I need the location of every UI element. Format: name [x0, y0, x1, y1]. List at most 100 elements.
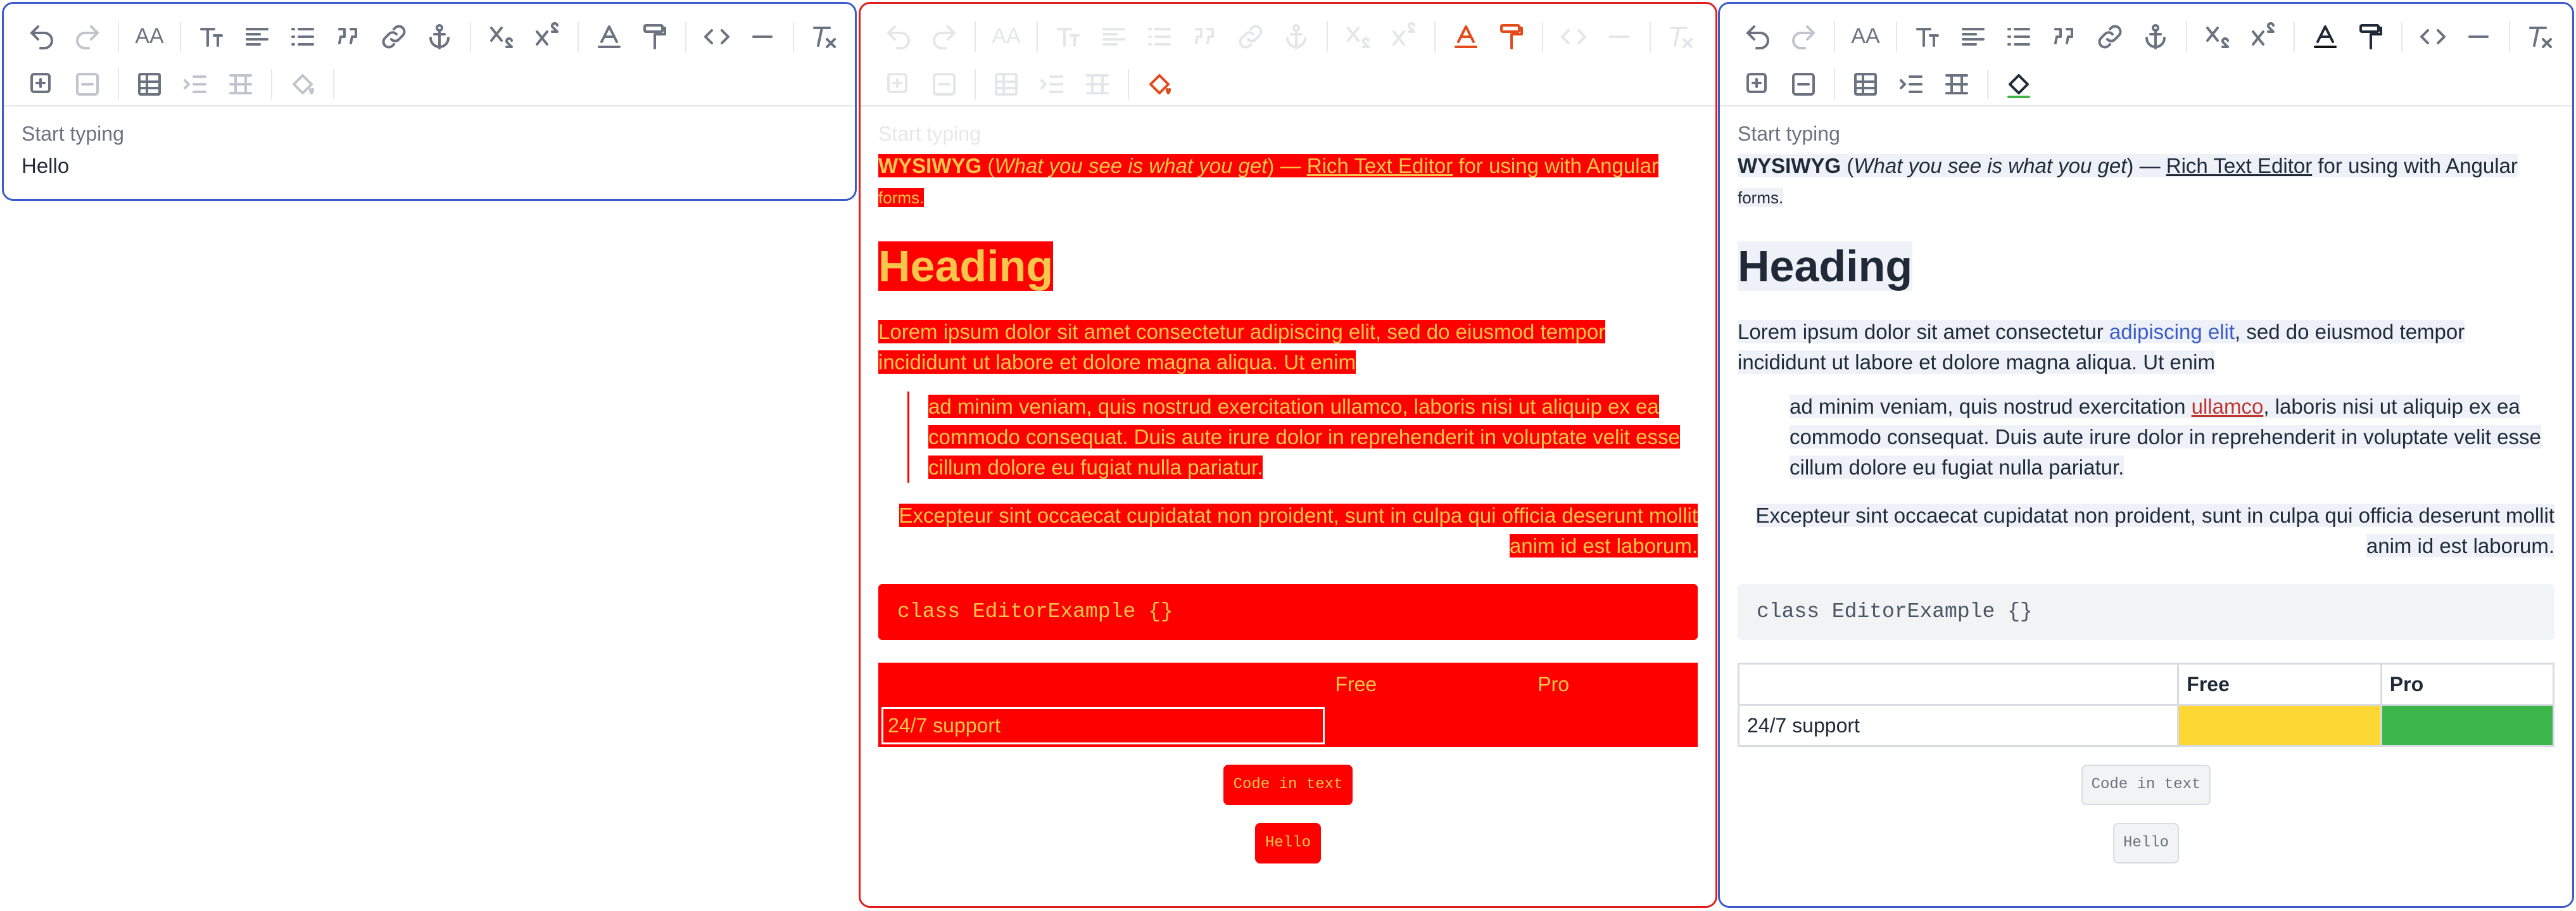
- superscript-icon[interactable]: [524, 14, 570, 60]
- text-color-icon[interactable]: [1443, 14, 1489, 60]
- font-size-icon[interactable]: AA: [127, 14, 172, 60]
- code-block: class EditorExample {}: [878, 584, 1698, 640]
- horizontal-rule-icon[interactable]: [2456, 14, 2501, 60]
- indent-icon[interactable]: [1888, 61, 1934, 107]
- anchor-icon[interactable]: [1273, 14, 1319, 60]
- table-cell-pro[interactable]: [2380, 704, 2555, 747]
- link-icon[interactable]: [2087, 14, 2133, 60]
- intro-paragraph: WYSIWYG (What you see is what you get) —…: [878, 154, 1658, 207]
- toolbar-divider: [578, 21, 579, 52]
- remove-row-icon[interactable]: [1781, 61, 1826, 107]
- indent-icon[interactable]: [172, 61, 218, 107]
- toolbar-divider: [271, 68, 272, 99]
- abbr-text: WYSIWYG: [878, 154, 982, 177]
- editor-content[interactable]: Start typing Hello: [4, 106, 855, 195]
- anchor-icon[interactable]: [417, 14, 462, 60]
- bullet-list-icon[interactable]: [280, 14, 325, 60]
- undo-icon[interactable]: [876, 14, 921, 60]
- horizontal-rule-icon[interactable]: [740, 14, 785, 60]
- subscript-icon[interactable]: [2195, 14, 2240, 60]
- bullet-list-icon[interactable]: [1996, 14, 2042, 60]
- right-aligned-paragraph: Excepteur sint occaecat cupidatat non pr…: [1755, 504, 2554, 557]
- clear-format-icon[interactable]: [1658, 14, 1704, 60]
- anchor-icon[interactable]: [2133, 14, 2178, 60]
- toolbar-divider: [685, 21, 686, 52]
- blockquote-icon[interactable]: [1182, 14, 1228, 60]
- table-header-cell[interactable]: Free: [2177, 663, 2382, 706]
- code-icon[interactable]: [694, 14, 740, 60]
- insert-row-icon[interactable]: [1735, 61, 1781, 107]
- superscript-icon[interactable]: [1381, 14, 1427, 60]
- insert-row-icon[interactable]: [19, 61, 65, 107]
- table-icon[interactable]: [127, 61, 172, 107]
- paint-roller-icon[interactable]: [632, 14, 678, 60]
- paint-roller-icon[interactable]: [1489, 14, 1534, 60]
- toolbar-divider: [975, 68, 976, 99]
- fill-bucket-icon[interactable]: [1996, 61, 2042, 107]
- table-row: Free Pro: [878, 663, 1698, 706]
- blockquote-icon[interactable]: [325, 14, 371, 60]
- column-table-icon[interactable]: [1075, 61, 1120, 107]
- table-icon[interactable]: [983, 61, 1029, 107]
- indent-icon[interactable]: [1029, 61, 1075, 107]
- paint-roller-icon[interactable]: [2348, 14, 2394, 60]
- toolbar-divider: [180, 21, 181, 52]
- align-left-icon[interactable]: [234, 14, 280, 60]
- table-cell[interactable]: [1325, 704, 1531, 747]
- lorem-paragraph: Lorem ipsum dolor sit amet consectetur a…: [1738, 320, 2465, 374]
- redo-icon[interactable]: [1781, 14, 1826, 60]
- editor-panel-full: AA Start typing WYSIWYG (What you see is…: [1718, 2, 2574, 908]
- code-icon[interactable]: [1551, 14, 1596, 60]
- text-style-icon[interactable]: [1045, 14, 1091, 60]
- insert-row-icon[interactable]: [876, 61, 921, 107]
- text-color-icon[interactable]: [2302, 14, 2348, 60]
- text-style-icon[interactable]: [189, 14, 234, 60]
- table-row: 24/7 support: [878, 704, 1698, 747]
- intro-paragraph: WYSIWYG (What you see is what you get) —…: [1738, 154, 2518, 207]
- link-icon[interactable]: [1228, 14, 1273, 60]
- clear-format-icon[interactable]: [802, 14, 847, 60]
- text-style-icon[interactable]: [1905, 14, 1950, 60]
- column-table-icon[interactable]: [1934, 61, 1979, 107]
- editor-panel-debug: AA Start typing WYSIWYG (What you see is…: [859, 2, 1717, 908]
- editor-text[interactable]: Hello: [22, 151, 837, 181]
- table-cell[interactable]: 24/7 support: [878, 704, 1328, 747]
- bullet-list-icon[interactable]: [1137, 14, 1182, 60]
- font-size-icon[interactable]: AA: [1843, 14, 1888, 60]
- blockquote-icon[interactable]: [2042, 14, 2087, 60]
- redo-icon[interactable]: [921, 14, 967, 60]
- table-cell[interactable]: 24/7 support: [1737, 704, 2180, 747]
- fill-bucket-icon[interactable]: [1137, 61, 1182, 107]
- clear-format-icon[interactable]: [2518, 14, 2563, 60]
- horizontal-rule-icon[interactable]: [1596, 14, 1642, 60]
- table-cell[interactable]: [1528, 704, 1698, 747]
- table-cell-free[interactable]: [2177, 704, 2382, 747]
- table-header-cell[interactable]: Pro: [1528, 663, 1698, 706]
- remove-row-icon[interactable]: [65, 61, 110, 107]
- undo-icon[interactable]: [1735, 14, 1781, 60]
- right-aligned-paragraph: Excepteur sint occaecat cupidatat non pr…: [899, 504, 1698, 557]
- editor-content[interactable]: Start typing WYSIWYG (What you see is wh…: [861, 106, 1715, 877]
- superscript-icon[interactable]: [2240, 14, 2286, 60]
- redo-icon[interactable]: [65, 14, 110, 60]
- column-table-icon[interactable]: [218, 61, 263, 107]
- table-header-cell[interactable]: Free: [1325, 663, 1531, 706]
- remove-row-icon[interactable]: [921, 61, 967, 107]
- fill-bucket-icon[interactable]: [280, 61, 325, 107]
- code-icon[interactable]: [2410, 14, 2456, 60]
- heading: Heading: [878, 241, 1054, 291]
- editor-content[interactable]: Start typing WYSIWYG (What you see is wh…: [1720, 106, 2572, 877]
- table-header-cell[interactable]: [878, 663, 1328, 706]
- undo-icon[interactable]: [19, 14, 65, 60]
- text-color-icon[interactable]: [586, 14, 632, 60]
- align-left-icon[interactable]: [1950, 14, 1996, 60]
- subscript-icon[interactable]: [479, 14, 524, 60]
- align-left-icon[interactable]: [1091, 14, 1137, 60]
- table-icon[interactable]: [1843, 61, 1888, 107]
- table-header-cell[interactable]: Pro: [2380, 663, 2555, 706]
- font-size-icon[interactable]: AA: [983, 14, 1029, 60]
- inline-link[interactable]: adipiscing elit: [2109, 320, 2235, 343]
- subscript-icon[interactable]: [1335, 14, 1381, 60]
- table-header-cell[interactable]: [1737, 663, 2180, 706]
- link-icon[interactable]: [371, 14, 417, 60]
